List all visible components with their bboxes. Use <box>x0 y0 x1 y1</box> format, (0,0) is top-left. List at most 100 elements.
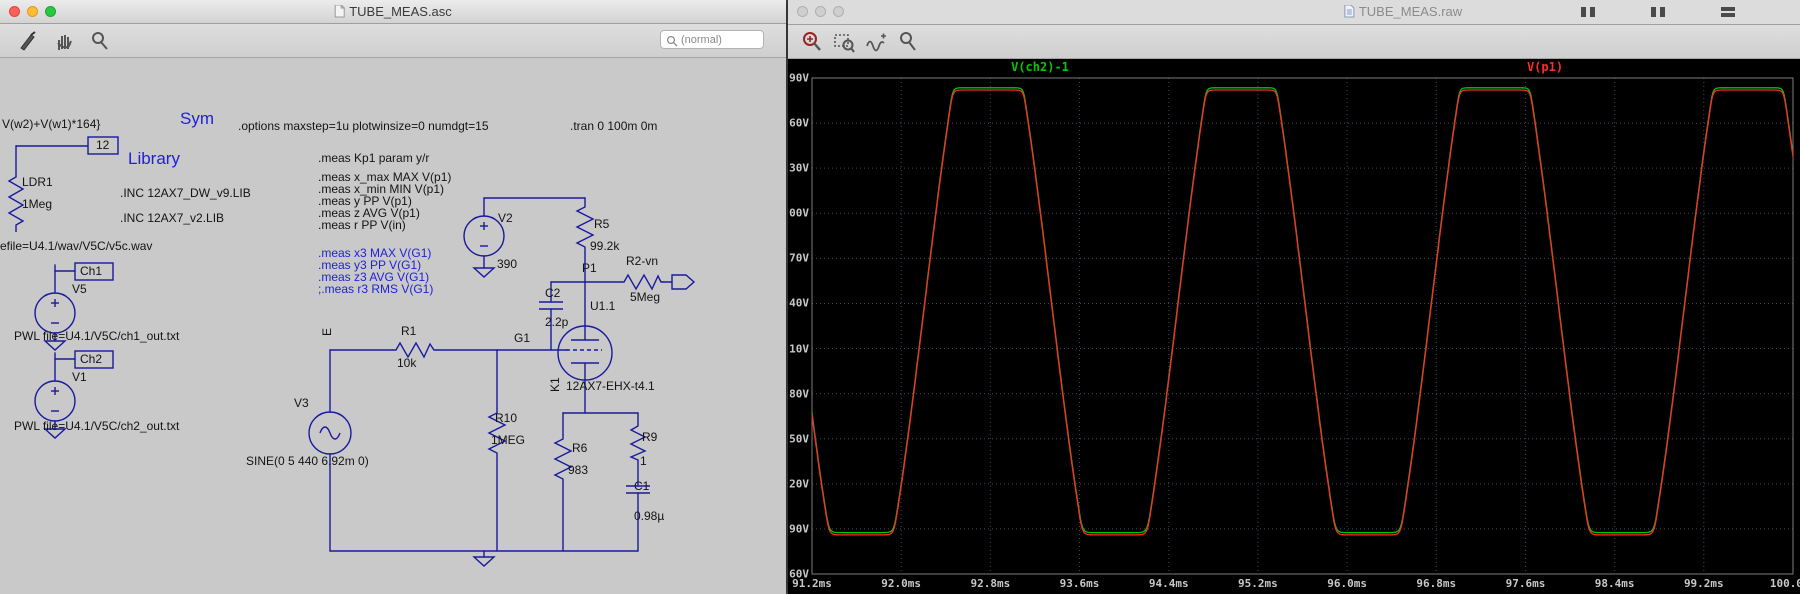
probe-icon[interactable] <box>896 30 920 54</box>
probe-icon[interactable] <box>88 29 112 53</box>
schematic-label-efile: efile=U4.1/wav/V5C/v5c.wav <box>0 239 153 253</box>
waveform-plot[interactable] <box>788 0 1800 594</box>
source-V1[interactable] <box>34 380 76 422</box>
schematic-label-p1: P1 <box>582 261 597 275</box>
schematic-label-meas-kp1: .meas Kp1 param y/r <box>318 151 430 165</box>
minimize-button[interactable] <box>27 6 38 17</box>
zoom-button-inactive[interactable] <box>833 6 844 17</box>
schematic-label-sym-header: Sym <box>180 109 214 128</box>
desktop: V(w2)+V(w1)*164} 12 LDR1 1Meg efile=U4.1/wav… <box>0 0 1800 594</box>
schematic-label-expr: V(w2)+V(w1)*164} <box>2 117 101 131</box>
y-tick-label: 30V <box>789 161 809 175</box>
schematic-label-e: E <box>320 327 334 336</box>
window-title-text: TUBE_MEAS.raw <box>1358 4 1463 19</box>
schematic-label-ldr1: LDR1 <box>22 175 53 189</box>
schematic-label-v3-value: SINE(0 5 440 6.92m 0) <box>246 454 369 468</box>
pan-hand-icon[interactable] <box>52 29 76 53</box>
schematic-titlebar[interactable]: TUBE_MEAS.asc <box>0 0 786 24</box>
schematic-label-meas-r3: ;.meas r3 RMS V(G1) <box>318 282 434 296</box>
x-tick-label: 97.6ms <box>1505 577 1546 590</box>
window-title-text: TUBE_MEAS.asc <box>349 4 452 19</box>
x-tick-label: 98.4ms <box>1594 577 1635 590</box>
window-toolbar-icon-1[interactable] <box>1578 3 1600 20</box>
search-text: (normal) <box>681 34 722 46</box>
waveform-toolbar <box>788 25 1800 59</box>
trace-title-vp1[interactable]: V(p1) <box>1527 60 1563 74</box>
schematic-label-v3: V3 <box>294 396 309 410</box>
schematic-label-tran-directive: .tran 0 100m 0m <box>570 119 658 133</box>
port-vn[interactable] <box>671 274 696 290</box>
schematic-label-v2-value: 390 <box>497 257 518 271</box>
schematic-label-c1: C1 <box>634 479 650 493</box>
trace-title-vch2[interactable]: V(ch2)-1 <box>1011 60 1069 74</box>
resistor-R6[interactable] <box>553 434 573 486</box>
schematic-label-inc1: .INC 12AX7_DW_v9.LIB <box>120 186 251 200</box>
source-V5[interactable] <box>34 292 76 334</box>
y-tick-label: 60V <box>789 116 809 130</box>
schematic-label-v2: V2 <box>498 211 513 225</box>
x-tick-label: 95.2ms <box>1238 577 1278 590</box>
schematic-label-options-directive: .options maxstep=1u plotwinsize=0 numdgt… <box>238 119 489 133</box>
resistor-R1[interactable] <box>392 341 437 359</box>
zoom-in-icon[interactable] <box>800 30 824 54</box>
capacitor-C2[interactable] <box>539 301 563 310</box>
zoom-area-icon[interactable] <box>832 30 856 54</box>
schematic-label-v5: V5 <box>72 282 87 296</box>
schematic-label-c2: C2 <box>545 286 561 300</box>
schematic-label-r10-value: 1MEG <box>491 433 526 447</box>
close-button-inactive[interactable] <box>797 6 808 17</box>
x-tick-label: 94.4ms <box>1148 577 1189 590</box>
document-icon <box>1344 5 1355 18</box>
schematic-toolbar: (normal) <box>0 24 786 58</box>
tube-U1[interactable] <box>557 325 613 381</box>
resistor-R2[interactable] <box>620 273 664 291</box>
search-field[interactable]: (normal) <box>660 30 764 49</box>
window-toolbar-icon-3[interactable] <box>1718 3 1740 20</box>
schematic-label-r9: R9 <box>642 430 658 444</box>
y-tick-label: 10V <box>789 342 809 356</box>
y-tick-label: 00V <box>789 206 809 220</box>
schematic-label-net-12: 12 <box>96 138 110 152</box>
document-icon <box>334 5 346 18</box>
y-tick-label: 90V <box>789 71 809 85</box>
schematic-label-pwl2: PWL file=U4.1/V5C/ch2_out.txt <box>14 419 180 433</box>
edit-tool-icon[interactable] <box>16 29 40 53</box>
schematic-label-r1-value: 10k <box>397 356 417 370</box>
schematic-canvas[interactable]: V(w2)+V(w1)*164} 12 LDR1 1Meg efile=U4.1/wav… <box>0 0 786 594</box>
x-tick-label: 92.8ms <box>970 577 1011 590</box>
ground-symbols[interactable] <box>43 267 496 567</box>
schematic-label-c2-value: 2.2p <box>545 315 569 329</box>
x-tick-label: 93.6ms <box>1059 577 1100 590</box>
y-tick-label: 60V <box>789 567 809 581</box>
schematic-label-r1: R1 <box>401 324 417 338</box>
source-V3[interactable] <box>308 411 352 455</box>
schematic-label-meas-r: .meas r PP V(in) <box>318 218 406 232</box>
schematic-label-r6: R6 <box>572 441 588 455</box>
schematic-window: V(w2)+V(w1)*164} 12 LDR1 1Meg efile=U4.1/wav… <box>0 0 786 594</box>
resistor-LDR1[interactable] <box>7 172 25 232</box>
waveform-window: V(ch2)-1 V(p1) TUBE_MEAS.raw 91.2ms 92.0… <box>788 0 1800 594</box>
schematic-label-pwl1: PWL file=U4.1/V5C/ch1_out.txt <box>14 329 180 343</box>
y-tick-label: 90V <box>789 522 809 536</box>
y-tick-label: 20V <box>789 477 809 491</box>
schematic-label-k1: K1 <box>548 377 562 392</box>
autoscale-icon[interactable] <box>864 30 888 54</box>
x-tick-label: 96.0ms <box>1327 577 1367 590</box>
x-tick-label: 96.8ms <box>1416 577 1457 590</box>
minimize-button-inactive[interactable] <box>815 6 826 17</box>
search-icon <box>666 35 678 46</box>
window-toolbar-icon-2[interactable] <box>1648 3 1670 20</box>
close-button[interactable] <box>9 6 20 17</box>
schematic-label-r2: R2-vn <box>626 254 659 268</box>
window-title: TUBE_MEAS.asc <box>334 4 452 20</box>
x-tick-label: 100.0ms <box>1769 577 1800 590</box>
x-tick-label: 99.2ms <box>1683 577 1724 590</box>
schematic-label-ldr1-value: 1Meg <box>22 197 53 211</box>
y-tick-label: 70V <box>789 251 809 265</box>
y-tick-label: 50V <box>789 432 809 446</box>
schematic-label-v1: V1 <box>72 370 87 384</box>
zoom-button[interactable] <box>45 6 56 17</box>
schematic-label-inc2: .INC 12AX7_v2.LIB <box>120 211 225 225</box>
waveform-titlebar[interactable]: TUBE_MEAS.raw <box>788 0 1800 25</box>
x-tick-label: 92.0ms <box>881 577 922 590</box>
